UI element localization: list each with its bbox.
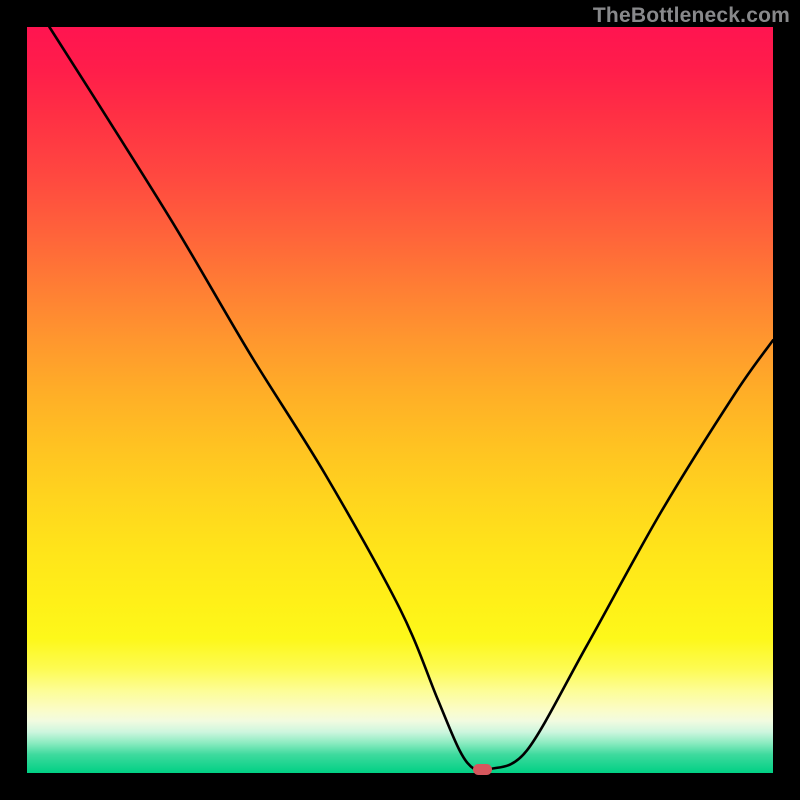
optimal-marker	[473, 764, 492, 775]
bottleneck-curve	[27, 27, 773, 773]
chart-frame: TheBottleneck.com	[0, 0, 800, 800]
watermark-text: TheBottleneck.com	[593, 4, 790, 28]
